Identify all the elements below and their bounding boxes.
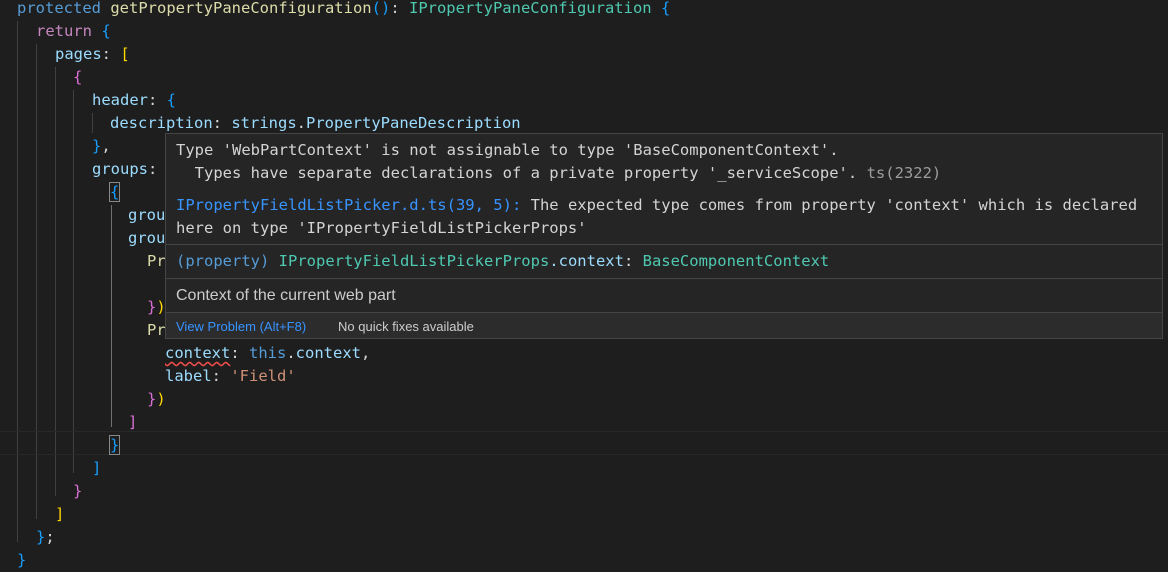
no-quick-fixes-label: No quick fixes available	[338, 319, 474, 334]
code-line: description: strings.PropertyPaneDescrip…	[110, 114, 521, 132]
code-line: Pr	[147, 321, 166, 339]
code-line: header: {	[92, 91, 177, 109]
related-info-line-1: IPropertyFieldListPicker.d.ts(39, 5): Th…	[176, 196, 1138, 214]
view-problem-link[interactable]: View Problem (Alt+F8)	[176, 319, 306, 334]
error-message-line-2: Types have separate declarations of a pr…	[176, 164, 942, 182]
error-squiggle-context[interactable]: context	[165, 344, 230, 362]
current-line-highlight	[0, 431, 1168, 455]
related-info-line-2: here on type 'IPropertyFieldListPickerPr…	[176, 219, 587, 237]
code-line: Pr	[147, 252, 166, 270]
hover-divider	[166, 278, 1162, 279]
code-line: pages: [	[55, 45, 130, 63]
hover-divider	[166, 244, 1162, 245]
error-message-line-1: Type 'WebPartContext' is not assignable …	[176, 141, 839, 159]
indent-guide	[73, 90, 74, 473]
code-line: };	[36, 528, 55, 546]
code-line: groups:	[92, 160, 158, 178]
code-line: },	[92, 137, 111, 155]
code-line: }	[73, 482, 83, 500]
code-line: ]	[92, 459, 102, 477]
code-line: ]	[55, 505, 65, 523]
code-line: label: 'Field'	[165, 367, 296, 385]
code-editor[interactable]: protected getPropertyPaneConfiguration()…	[0, 0, 1168, 569]
indent-guide	[17, 21, 18, 542]
code-line: })	[147, 298, 166, 316]
code-line: }	[108, 435, 121, 455]
code-line: })	[147, 390, 166, 408]
doc-comment: Context of the current web part	[176, 287, 396, 304]
code-line-error: context: this.context,	[165, 344, 371, 362]
code-line: protected getPropertyPaneConfiguration()…	[17, 0, 671, 17]
related-file-link[interactable]: IPropertyFieldListPicker.d.ts(39, 5):	[176, 196, 521, 214]
code-line: return {	[36, 22, 111, 40]
hover-status-bar: View Problem (Alt+F8) No quick fixes ava…	[166, 312, 1162, 338]
code-line: grou	[128, 229, 166, 247]
hover-tooltip: Type 'WebPartContext' is not assignable …	[165, 133, 1163, 339]
code-line: ]	[128, 413, 138, 431]
indent-guide	[92, 113, 93, 133]
code-line: {	[108, 182, 121, 202]
code-line: grou	[128, 206, 166, 224]
code-line: {	[73, 68, 83, 86]
indent-guide-active	[111, 205, 112, 427]
type-signature: (property) IPropertyFieldListPickerProps…	[176, 252, 830, 270]
